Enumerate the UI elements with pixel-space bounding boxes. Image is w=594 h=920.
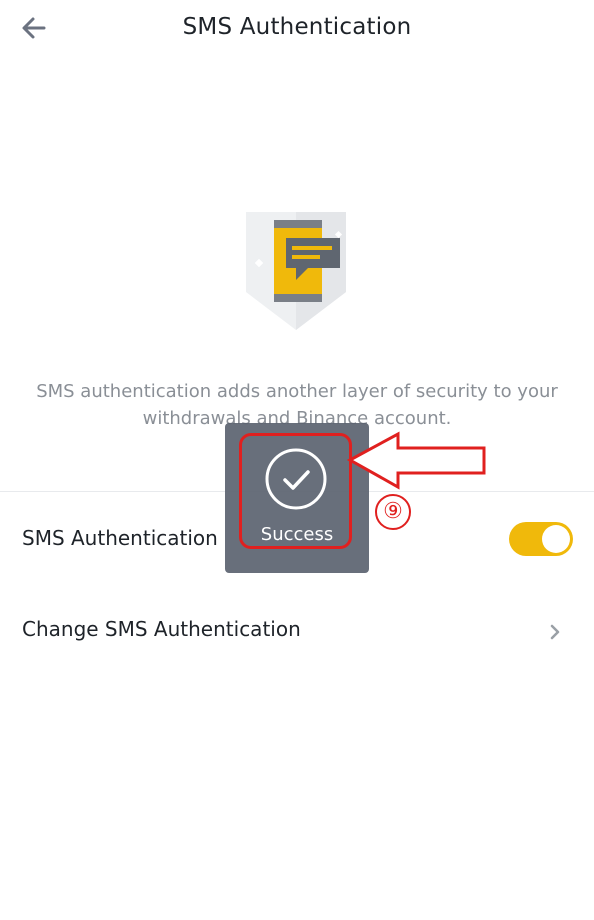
change-sms-authentication-item[interactable]: Change SMS Authentication <box>22 617 301 641</box>
change-sms-authentication-chevron[interactable] <box>545 620 565 644</box>
illustration <box>240 208 352 334</box>
sms-authentication-screen: SMS Authentication SMS authentication ad… <box>0 0 594 920</box>
sms-authentication-label: SMS Authentication <box>22 526 218 550</box>
annotation-arrow <box>346 430 488 492</box>
description-line-1: SMS authentication adds another layer of… <box>36 381 558 402</box>
arrow-left-outline-icon <box>346 431 486 490</box>
sms-authentication-toggle[interactable] <box>509 522 573 556</box>
phone-message-shield-icon <box>246 212 346 330</box>
chevron-right-icon <box>550 624 560 640</box>
page-title: SMS Authentication <box>182 14 412 40</box>
annotation-highlight-box <box>239 433 352 549</box>
annotation-step-number: ⑨ <box>375 494 411 530</box>
toggle-knob <box>542 525 570 553</box>
